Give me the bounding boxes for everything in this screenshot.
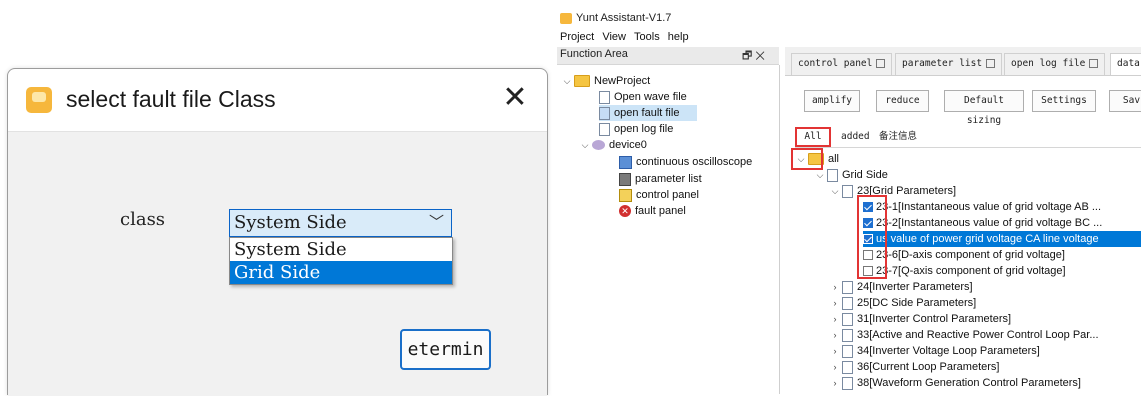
- tree-node-group[interactable]: › 24[Inverter Parameters]: [830, 279, 973, 295]
- close-icon[interactable]: [986, 59, 996, 68]
- param-row-23-6[interactable]: 23-6[D-axis component of grid voltage]: [863, 247, 1065, 263]
- tree-node-group[interactable]: › 38[Waveform Generation Control Paramete…: [830, 375, 1081, 391]
- oscilloscope-icon: [619, 155, 632, 169]
- folder-icon: [574, 75, 590, 88]
- tab-bar: control panel parameter list open log fi…: [785, 47, 1141, 76]
- document-icon: [842, 280, 853, 294]
- menu-help[interactable]: help: [668, 28, 689, 46]
- save-button[interactable]: Sav: [1109, 90, 1141, 112]
- default-sizing-button[interactable]: Default sizing: [944, 90, 1024, 126]
- chevron-right-icon[interactable]: ›: [830, 327, 840, 343]
- menu-tools[interactable]: Tools: [634, 28, 660, 46]
- menu-project[interactable]: Project: [560, 28, 594, 46]
- document-icon: [842, 328, 853, 342]
- subtab-remarks[interactable]: 备注信息: [879, 127, 917, 147]
- dock-close-icons[interactable]: 🗗 ✕: [742, 47, 765, 66]
- tree-node-device0[interactable]: ⌵ device0: [580, 137, 647, 153]
- document-icon: [827, 168, 838, 182]
- tree-node-group[interactable]: › 31[Inverter Control Parameters]: [830, 311, 1011, 327]
- option-system-side[interactable]: System Side: [230, 238, 452, 261]
- tree-node-group[interactable]: › 34[Inverter Voltage Loop Parameters]: [830, 343, 1040, 359]
- chevron-right-icon[interactable]: ›: [830, 295, 840, 311]
- title-bar: Yunt Assistant-V1.7: [557, 10, 1141, 28]
- option-grid-side[interactable]: Grid Side: [230, 261, 452, 284]
- tab-control-panel[interactable]: control panel: [791, 53, 893, 75]
- subtab-added[interactable]: added: [841, 127, 870, 147]
- chevron-down-icon[interactable]: ⌵: [580, 137, 590, 153]
- document-icon: [599, 90, 610, 104]
- annotation-box-checkboxes: [857, 195, 887, 279]
- chevron-down-icon[interactable]: ⌵: [562, 73, 572, 89]
- select-class-dialog: select fault file Class ✕ class System S…: [7, 68, 548, 396]
- tree-node-group[interactable]: › 36[Current Loop Parameters]: [830, 359, 999, 375]
- determine-button[interactable]: etermin: [400, 329, 491, 370]
- fault-icon: ✕: [619, 205, 631, 218]
- document-icon: [842, 344, 853, 358]
- app-logo-icon: [560, 13, 572, 24]
- tab-open-log-file[interactable]: open log file: [1004, 53, 1106, 75]
- document-icon: [842, 184, 853, 198]
- combobox-value: System Side: [234, 212, 347, 233]
- close-icon[interactable]: ✕: [496, 79, 534, 117]
- document-icon: [842, 376, 853, 390]
- chevron-down-icon[interactable]: ⌵: [830, 183, 840, 199]
- chevron-right-icon[interactable]: ›: [830, 343, 840, 359]
- chevron-down-icon[interactable]: ﹀: [429, 211, 444, 232]
- tree-node-grid-parameters[interactable]: ⌵ 23[Grid Parameters]: [830, 183, 956, 199]
- document-icon: [842, 296, 853, 310]
- class-dropdown-list: System Side Grid Side: [229, 237, 453, 285]
- param-row-23-2[interactable]: 23-2[Instantaneous value of grid voltage…: [863, 215, 1102, 231]
- tree-node-group[interactable]: › 25[DC Side Parameters]: [830, 295, 976, 311]
- annotation-box-all: [791, 148, 823, 170]
- parameter-list-icon: [619, 172, 631, 186]
- chevron-right-icon[interactable]: ›: [830, 359, 840, 375]
- reduce-button[interactable]: reduce: [876, 90, 929, 112]
- function-area-panel: ⌵ NewProject Open wave file open fault fi…: [557, 65, 780, 394]
- tree-item-open-wave-file[interactable]: Open wave file: [599, 89, 687, 105]
- menu-view[interactable]: View: [602, 28, 626, 46]
- subtab-all[interactable]: All: [795, 127, 831, 147]
- document-icon: [842, 360, 853, 374]
- tree-item-fault-panel[interactable]: ✕ fault panel: [619, 203, 686, 219]
- control-panel-icon: [619, 188, 632, 202]
- document-icon: [599, 106, 610, 120]
- tree-node-newproject[interactable]: ⌵ NewProject: [562, 73, 650, 89]
- menu-bar: Project View Tools help: [557, 28, 1141, 46]
- chevron-right-icon[interactable]: ›: [830, 311, 840, 327]
- subtab-bar: All added 备注信息: [795, 127, 1141, 148]
- app-logo-icon: [26, 87, 52, 113]
- tab-parameter-list[interactable]: parameter list: [895, 53, 1003, 75]
- parameter-tree: ⌵ all ⌵ Grid Side ⌵ 23[Grid Parameters] 23-…: [785, 147, 1141, 394]
- amplify-button[interactable]: amplify: [804, 90, 860, 112]
- class-label: class: [120, 209, 166, 230]
- tree-item-open-log-file[interactable]: open log file: [599, 121, 673, 137]
- dialog-body: class System Side ﹀ System Side Grid Sid…: [8, 131, 547, 396]
- device-icon: [592, 140, 605, 151]
- document-icon: [842, 312, 853, 326]
- class-combobox[interactable]: System Side ﹀: [229, 209, 452, 237]
- main-area: control panel parameter list open log fi…: [785, 47, 1141, 394]
- dialog-title: select fault file Class: [66, 86, 276, 112]
- tree-item-continuous-oscilloscope[interactable]: continuous oscilloscope: [619, 154, 752, 170]
- settings-button[interactable]: Settings: [1032, 90, 1096, 112]
- tree-item-control-panel[interactable]: control panel: [619, 187, 699, 203]
- document-icon: [599, 122, 610, 136]
- param-row-23-7[interactable]: 23-7[Q-axis component of grid voltage]: [863, 263, 1066, 279]
- param-row-23-1[interactable]: 23-1[Instantaneous value of grid voltage…: [863, 199, 1101, 215]
- window-title: Yunt Assistant-V1.7: [576, 12, 672, 24]
- chevron-right-icon[interactable]: ›: [830, 375, 840, 391]
- yunt-assistant-window: Yunt Assistant-V1.7 Project View Tools h…: [557, 0, 1141, 394]
- tree-node-grid-side[interactable]: ⌵ Grid Side: [815, 167, 888, 183]
- function-area-header: Function Area 🗗 ✕: [557, 47, 779, 65]
- dialog-header: select fault file Class ✕: [8, 69, 547, 131]
- close-icon[interactable]: [1089, 59, 1099, 68]
- tree-item-parameter-list[interactable]: parameter list: [619, 171, 702, 187]
- tree-node-group[interactable]: › 33[Active and Reactive Power Control Lo…: [830, 327, 1099, 343]
- tree-item-open-fault-file[interactable]: open fault file: [599, 105, 697, 121]
- function-area-title: Function Area: [560, 48, 628, 60]
- tab-data[interactable]: data: [1110, 53, 1141, 75]
- chevron-right-icon[interactable]: ›: [830, 279, 840, 295]
- param-row-ca-selected[interactable]: us value of power grid voltage CA line v…: [863, 231, 1141, 247]
- close-icon[interactable]: [876, 59, 886, 68]
